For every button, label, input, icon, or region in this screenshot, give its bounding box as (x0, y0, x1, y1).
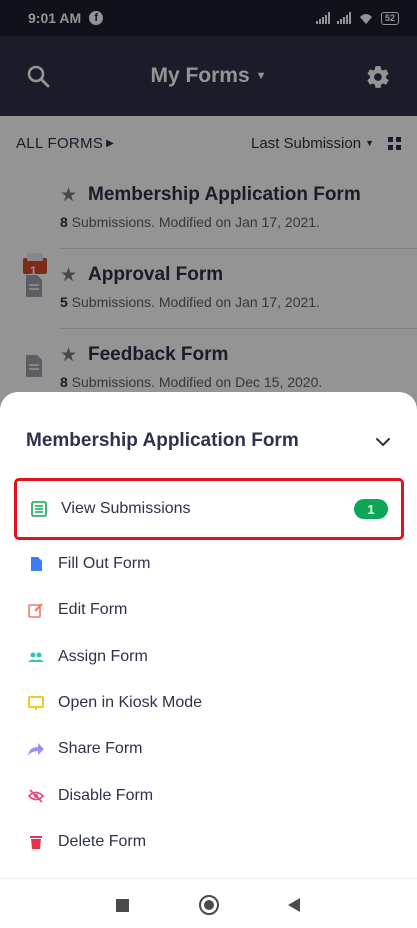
form-actions-sheet: Membership Application Form View Submiss… (0, 392, 417, 878)
delete-form-button[interactable]: Delete Form (14, 819, 404, 865)
share-form-label: Share Form (58, 740, 143, 757)
fill-out-form-button[interactable]: Fill Out Form (14, 541, 404, 587)
fill-out-form-label: Fill Out Form (58, 555, 151, 572)
chevron-down-icon[interactable] (375, 434, 391, 450)
back-icon[interactable] (288, 898, 300, 912)
trash-icon (30, 836, 42, 849)
submission-count-badge: 1 (354, 499, 388, 519)
kiosk-mode-label: Open in Kiosk Mode (58, 694, 203, 711)
list-icon (31, 501, 47, 517)
view-submissions-button[interactable]: View Submissions 1 (14, 478, 404, 540)
edit-form-button[interactable]: Edit Form (14, 587, 404, 633)
monitor-icon (28, 696, 44, 710)
people-icon (28, 652, 44, 662)
disable-form-label: Disable Form (58, 787, 154, 804)
share-icon (28, 743, 44, 756)
view-submissions-label: View Submissions (61, 500, 191, 517)
assign-form-button[interactable]: Assign Form (14, 634, 404, 680)
assign-form-label: Assign Form (58, 648, 148, 665)
edit-form-label: Edit Form (58, 601, 128, 618)
kiosk-mode-button[interactable]: Open in Kiosk Mode (14, 680, 404, 726)
document-icon (31, 557, 42, 571)
disable-form-button[interactable]: Disable Form (14, 773, 404, 819)
eye-off-icon (28, 789, 44, 803)
share-form-button[interactable]: Share Form (14, 726, 404, 772)
delete-form-label: Delete Form (58, 833, 147, 850)
system-nav-bar (0, 878, 417, 928)
home-icon[interactable] (199, 895, 219, 915)
recents-icon[interactable] (116, 899, 129, 912)
sheet-title: Membership Application Form (26, 430, 299, 451)
edit-icon (28, 603, 43, 618)
